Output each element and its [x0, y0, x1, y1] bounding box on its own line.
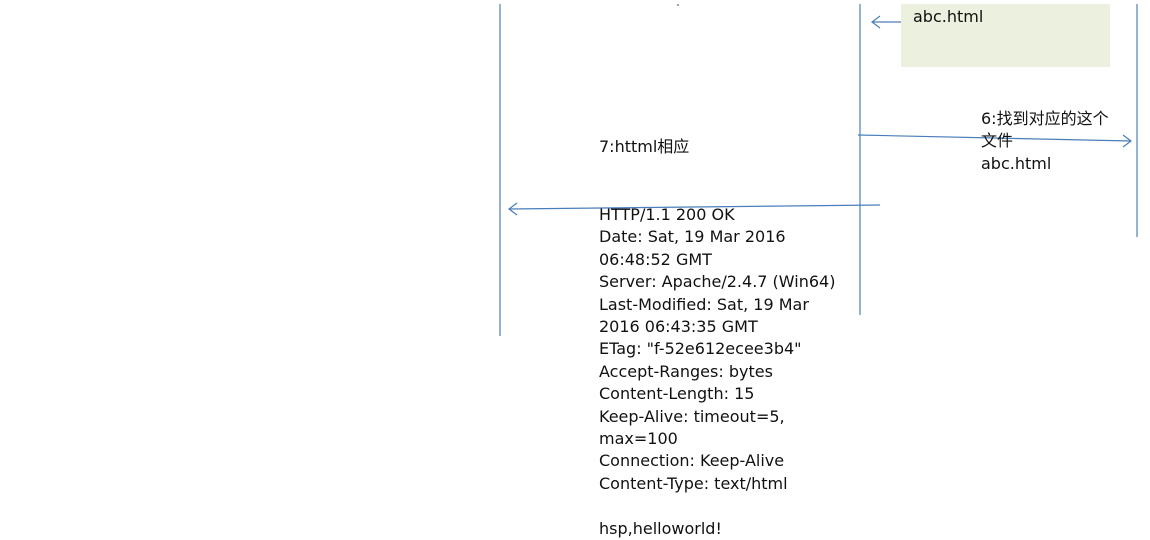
- stray-dot: [677, 4, 679, 6]
- response-line: Last-Modified: Sat, 19 Mar: [599, 294, 809, 314]
- arrow-file-to-server: [871, 15, 901, 29]
- response-line: max=100: [599, 429, 678, 449]
- response-line: [599, 495, 835, 517]
- step6-line: abc.html: [981, 153, 1052, 173]
- sequence-diagram-lines: [499, 4, 1138, 336]
- http-response-text: HTTP/1.1 200 OK Date: Sat, 19 Mar 2016 0…: [599, 204, 835, 540]
- response-line: 06:48:52 GMT: [599, 249, 712, 269]
- step6-label: 6:找到对应的这个 文件 abc.html: [981, 108, 1133, 175]
- response-line: Content-Type: text/html: [599, 473, 788, 493]
- response-line: hsp,helloworld!: [599, 518, 722, 538]
- response-line: Content-Length: 15: [599, 384, 755, 404]
- step6-line: 文件: [981, 131, 1014, 151]
- file-box-label: abc.html: [913, 7, 984, 26]
- response-line: Date: Sat, 19 Mar 2016: [599, 227, 786, 247]
- response-line: Connection: Keep-Alive: [599, 451, 785, 471]
- response-line: Accept-Ranges: bytes: [599, 361, 773, 381]
- response-line: 2016 06:43:35 GMT: [599, 317, 758, 337]
- step7-label: 7:httml相应: [599, 137, 690, 156]
- response-line: HTTP/1.1 200 OK: [599, 205, 735, 224]
- step6-line: 6:找到对应的这个: [981, 109, 1109, 128]
- response-line: Server: Apache/2.4.7 (Win64): [599, 272, 836, 292]
- response-line: Keep-Alive: timeout=5,: [599, 406, 785, 426]
- response-line: ETag: "f-52e612ecee3b4": [599, 339, 802, 359]
